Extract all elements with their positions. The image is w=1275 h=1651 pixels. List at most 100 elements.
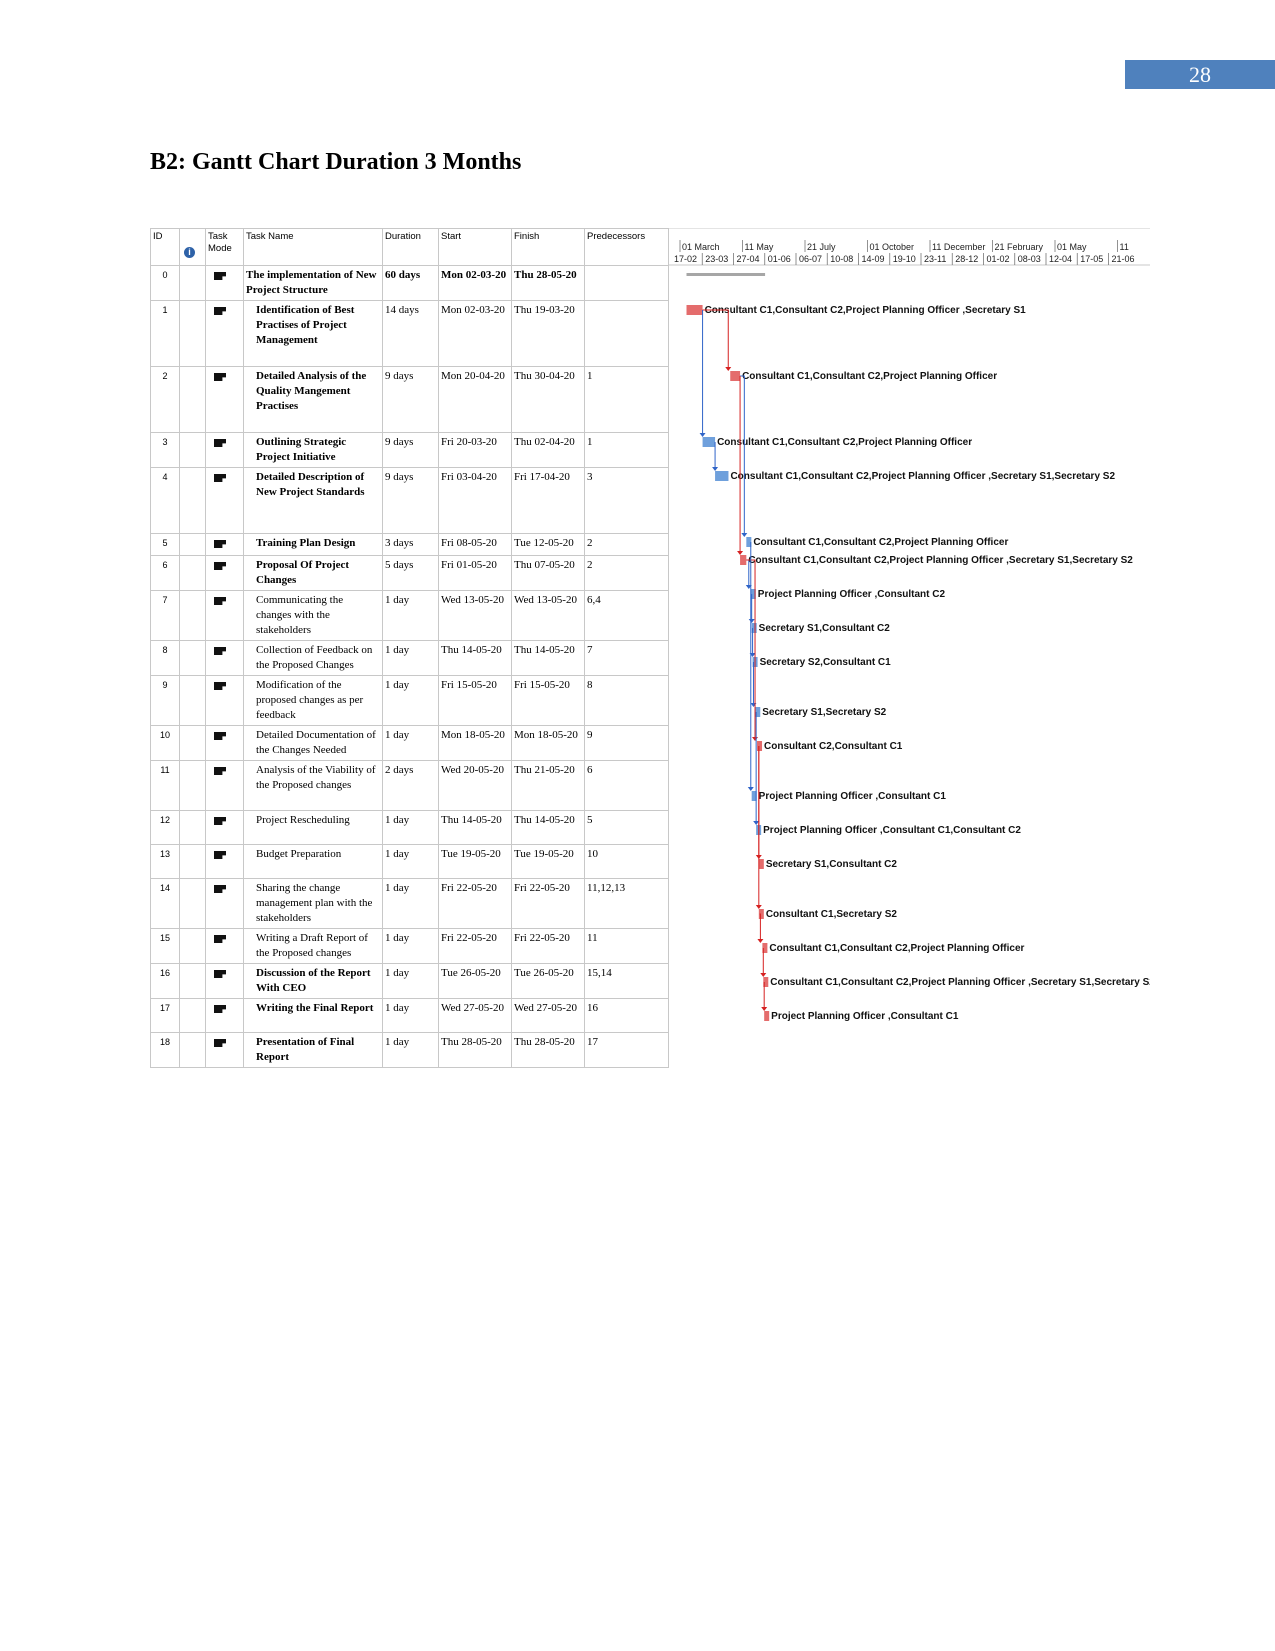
task-duration[interactable]: 1 day	[382, 640, 439, 676]
task-id[interactable]: 13	[150, 844, 180, 879]
task-finish[interactable]: Fri 22-05-20	[511, 878, 585, 929]
task-info-cell[interactable]	[179, 725, 206, 761]
task-mode-cell[interactable]	[205, 467, 244, 534]
task-id[interactable]: 2	[150, 366, 180, 433]
task-name[interactable]: The implementation of New Project Struct…	[243, 265, 383, 301]
task-predecessors[interactable]: 17	[584, 1032, 669, 1068]
task-finish[interactable]: Wed 27-05-20	[511, 998, 585, 1033]
task-info-cell[interactable]	[179, 963, 206, 999]
task-predecessors[interactable]: 11,12,13	[584, 878, 669, 929]
task-info-cell[interactable]	[179, 590, 206, 641]
table-row[interactable]: 1 Identification of Best Practises of Pro…	[150, 300, 669, 367]
table-row[interactable]: 13 Budget Preparation 1 day Tue 19-05-20 Tue…	[150, 844, 669, 879]
task-start[interactable]: Mon 02-03-20	[438, 265, 512, 301]
task-info-cell[interactable]	[179, 1032, 206, 1068]
task-finish[interactable]: Fri 22-05-20	[511, 928, 585, 964]
task-predecessors[interactable]	[584, 265, 669, 301]
task-mode-cell[interactable]	[205, 1032, 244, 1068]
task-finish[interactable]: Tue 19-05-20	[511, 844, 585, 879]
task-duration[interactable]: 1 day	[382, 844, 439, 879]
task-finish[interactable]: Thu 21-05-20	[511, 760, 585, 811]
task-info-cell[interactable]	[179, 432, 206, 468]
task-info-cell[interactable]	[179, 555, 206, 591]
task-info-cell[interactable]	[179, 928, 206, 964]
header-predecessors[interactable]: Predecessors	[584, 228, 669, 266]
task-info-cell[interactable]	[179, 878, 206, 929]
task-predecessors[interactable]: 6,4	[584, 590, 669, 641]
task-start[interactable]: Thu 14-05-20	[438, 810, 512, 845]
task-info-cell[interactable]	[179, 844, 206, 879]
table-row[interactable]: 8 Collection of Feedback on the Proposed …	[150, 640, 669, 676]
task-info-cell[interactable]	[179, 533, 206, 556]
task-name[interactable]: Outlining Strategic Project Initiative	[243, 432, 383, 468]
task-id[interactable]: 6	[150, 555, 180, 591]
task-start[interactable]: Thu 28-05-20	[438, 1032, 512, 1068]
header-finish[interactable]: Finish	[511, 228, 585, 266]
task-mode-cell[interactable]	[205, 760, 244, 811]
task-duration[interactable]: 1 day	[382, 878, 439, 929]
task-info-cell[interactable]	[179, 265, 206, 301]
task-id[interactable]: 8	[150, 640, 180, 676]
task-id[interactable]: 7	[150, 590, 180, 641]
task-name[interactable]: Project Rescheduling	[243, 810, 383, 845]
task-name[interactable]: Identification of Best Practises of Proj…	[243, 300, 383, 367]
task-predecessors[interactable]: 3	[584, 467, 669, 534]
task-mode-cell[interactable]	[205, 533, 244, 556]
task-mode-cell[interactable]	[205, 928, 244, 964]
task-mode-cell[interactable]	[205, 998, 244, 1033]
header-start[interactable]: Start	[438, 228, 512, 266]
task-info-cell[interactable]	[179, 300, 206, 367]
task-duration[interactable]: 1 day	[382, 725, 439, 761]
task-mode-cell[interactable]	[205, 265, 244, 301]
task-predecessors[interactable]: 11	[584, 928, 669, 964]
task-name[interactable]: Modification of the proposed changes as …	[243, 675, 383, 726]
table-row[interactable]: 5 Training Plan Design 3 days Fri 08-05-20 T…	[150, 533, 669, 556]
task-predecessors[interactable]: 10	[584, 844, 669, 879]
task-id[interactable]: 16	[150, 963, 180, 999]
header-duration[interactable]: Duration	[382, 228, 439, 266]
task-duration[interactable]: 1 day	[382, 928, 439, 964]
task-start[interactable]: Fri 08-05-20	[438, 533, 512, 556]
task-info-cell[interactable]	[179, 366, 206, 433]
task-duration[interactable]: 14 days	[382, 300, 439, 367]
task-predecessors[interactable]: 1	[584, 432, 669, 468]
task-id[interactable]: 9	[150, 675, 180, 726]
task-start[interactable]: Wed 20-05-20	[438, 760, 512, 811]
task-name[interactable]: Training Plan Design	[243, 533, 383, 556]
task-duration[interactable]: 9 days	[382, 366, 439, 433]
task-finish[interactable]: Thu 07-05-20	[511, 555, 585, 591]
task-info-cell[interactable]	[179, 640, 206, 676]
task-duration[interactable]: 1 day	[382, 963, 439, 999]
task-mode-cell[interactable]	[205, 878, 244, 929]
task-duration[interactable]: 9 days	[382, 467, 439, 534]
task-finish[interactable]: Thu 14-05-20	[511, 810, 585, 845]
task-name[interactable]: Presentation of Final Report	[243, 1032, 383, 1068]
task-id[interactable]: 11	[150, 760, 180, 811]
table-row[interactable]: 16 Discussion of the Report With CEO 1 day…	[150, 963, 669, 999]
task-mode-cell[interactable]	[205, 366, 244, 433]
task-mode-cell[interactable]	[205, 844, 244, 879]
task-duration[interactable]: 1 day	[382, 590, 439, 641]
task-mode-cell[interactable]	[205, 675, 244, 726]
header-task-name[interactable]: Task Name	[243, 228, 383, 266]
task-predecessors[interactable]: 15,14	[584, 963, 669, 999]
task-start[interactable]: Fri 20-03-20	[438, 432, 512, 468]
task-start[interactable]: Mon 02-03-20	[438, 300, 512, 367]
task-name[interactable]: Writing a Draft Report of the Proposed c…	[243, 928, 383, 964]
table-row[interactable]: 6 Proposal Of Project Changes 5 days Fri 01…	[150, 555, 669, 591]
table-row[interactable]: 9 Modification of the proposed changes as…	[150, 675, 669, 726]
table-row[interactable]: 2 Detailed Analysis of the Quality Mangem…	[150, 366, 669, 433]
task-predecessors[interactable]: 8	[584, 675, 669, 726]
task-id[interactable]: 1	[150, 300, 180, 367]
task-mode-cell[interactable]	[205, 300, 244, 367]
task-info-cell[interactable]	[179, 675, 206, 726]
task-id[interactable]: 18	[150, 1032, 180, 1068]
task-predecessors[interactable]	[584, 300, 669, 367]
task-finish[interactable]: Thu 30-04-20	[511, 366, 585, 433]
task-start[interactable]: Mon 20-04-20	[438, 366, 512, 433]
task-finish[interactable]: Tue 12-05-20	[511, 533, 585, 556]
table-row[interactable]: 15 Writing a Draft Report of the Proposed…	[150, 928, 669, 964]
task-duration[interactable]: 5 days	[382, 555, 439, 591]
task-start[interactable]: Fri 15-05-20	[438, 675, 512, 726]
task-name[interactable]: Detailed Analysis of the Quality Mangeme…	[243, 366, 383, 433]
